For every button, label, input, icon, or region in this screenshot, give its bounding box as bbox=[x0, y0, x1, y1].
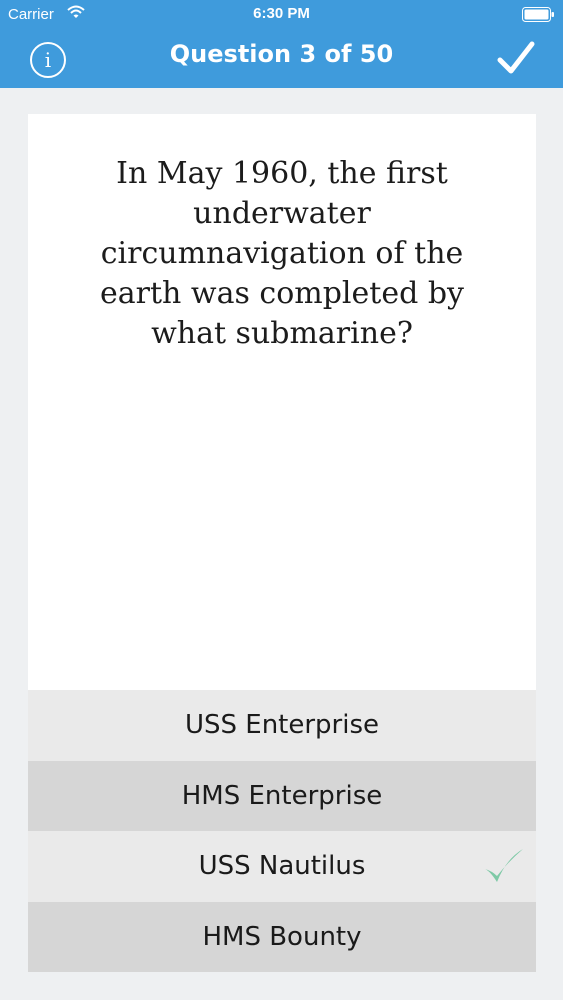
check-icon bbox=[485, 849, 523, 882]
answer-option-4[interactable]: HMS Bounty bbox=[28, 901, 536, 972]
answer-label: HMS Enterprise bbox=[181, 780, 383, 811]
answer-list: USS Enterprise HMS Enterprise USS Nautil… bbox=[28, 690, 536, 972]
answer-option-2[interactable]: HMS Enterprise bbox=[28, 760, 536, 831]
battery-icon bbox=[522, 7, 554, 22]
nav-bar: i Question 3 of 50 bbox=[0, 30, 563, 88]
answer-option-1[interactable]: USS Enterprise bbox=[28, 690, 536, 761]
status-bar: Carrier 6:30 PM bbox=[0, 0, 563, 30]
checkmark-icon[interactable] bbox=[496, 40, 536, 76]
page-title: Question 3 of 50 bbox=[169, 40, 394, 68]
answer-label: USS Nautilus bbox=[198, 851, 366, 882]
answer-option-3[interactable]: USS Nautilus bbox=[28, 831, 536, 902]
answer-label: USS Enterprise bbox=[184, 710, 380, 741]
status-time: 6:30 PM bbox=[253, 5, 310, 22]
header: Carrier 6:30 PM i Question 3 of 50 bbox=[0, 0, 563, 88]
question-text: In May 1960, the first underwater circum… bbox=[100, 156, 464, 351]
answer-label: HMS Bounty bbox=[202, 921, 362, 952]
